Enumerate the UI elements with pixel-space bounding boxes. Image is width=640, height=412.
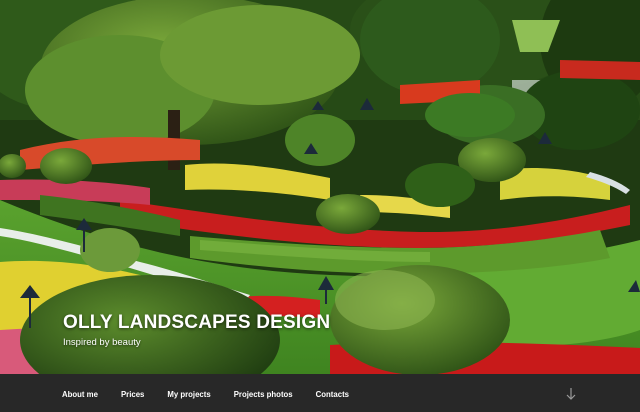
- nav-link-projects-photos[interactable]: Projects photos: [234, 390, 293, 399]
- nav-item-about-me: About me: [62, 384, 98, 402]
- arrow-down-icon[interactable]: [563, 386, 579, 402]
- nav-item-my-projects: My projects: [167, 384, 210, 402]
- page: OLLY LANDSCAPES DESIGN Inspired by beaut…: [0, 0, 640, 412]
- site-branding: OLLY LANDSCAPES DESIGN Inspired by beaut…: [63, 312, 330, 349]
- nav-link-prices[interactable]: Prices: [121, 390, 144, 399]
- hero-image: OLLY LANDSCAPES DESIGN Inspired by beaut…: [0, 0, 640, 374]
- site-title[interactable]: OLLY LANDSCAPES DESIGN: [63, 312, 330, 334]
- nav-link-about-me[interactable]: About me: [62, 390, 98, 399]
- nav-item-projects-photos: Projects photos: [234, 384, 293, 402]
- nav-item-prices: Prices: [121, 384, 144, 402]
- nav-menu: About me Prices My projects Projects pho…: [62, 374, 372, 412]
- main-navigation: About me Prices My projects Projects pho…: [0, 374, 640, 412]
- nav-item-contacts: Contacts: [316, 384, 349, 402]
- site-tagline: Inspired by beauty: [63, 337, 141, 348]
- nav-link-contacts[interactable]: Contacts: [316, 390, 349, 399]
- nav-link-my-projects[interactable]: My projects: [167, 390, 210, 399]
